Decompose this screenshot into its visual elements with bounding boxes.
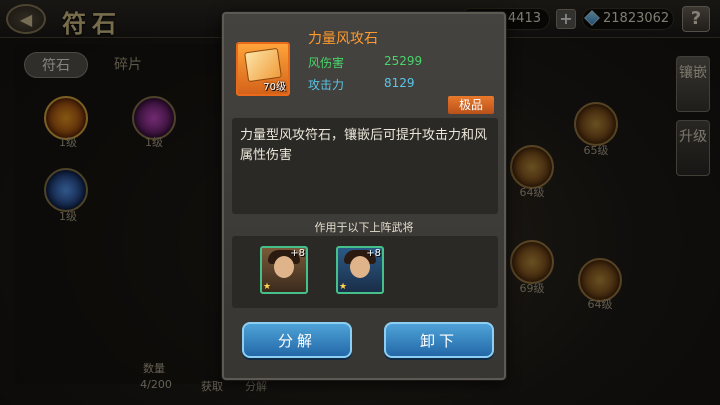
hero-portrait[interactable]: +8 ★ xyxy=(260,246,308,294)
heroes-caption: 作用于以下上阵武将 xyxy=(314,221,414,234)
hero-face xyxy=(350,256,370,278)
item-name: 力量风攻石 xyxy=(308,31,378,47)
decompose-button[interactable]: 分解 xyxy=(242,322,352,358)
item-level: 70级 xyxy=(263,82,286,93)
stat-label-attack: 攻击力 xyxy=(308,78,345,92)
hero-enhance-badge: +8 xyxy=(290,248,305,259)
stat-label-wind-damage: 风伤害 xyxy=(308,56,345,70)
unequip-button[interactable]: 卸下 xyxy=(384,322,494,358)
hero-enhance-badge: +8 xyxy=(366,248,381,259)
star-icon: ★ xyxy=(263,282,272,292)
stat-value-attack: 8129 xyxy=(384,76,415,90)
item-description: 力量型风攻符石，镶嵌后可提升攻击力和风属性伤害 xyxy=(232,118,498,214)
star-icon: ★ xyxy=(339,282,348,292)
hero-face xyxy=(274,256,294,278)
stat-value-wind-damage: 25299 xyxy=(384,54,423,68)
quality-badge: 极品 xyxy=(448,96,494,114)
rune-detail-popup: 70级 力量风攻石 风伤害 25299 攻击力 8129 极品 力量型风攻符石，… xyxy=(222,12,506,380)
hero-portrait[interactable]: +8 ★ xyxy=(336,246,384,294)
heroes-list: +8 ★ +8 ★ xyxy=(232,236,498,308)
item-frame: 70级 xyxy=(236,42,290,96)
